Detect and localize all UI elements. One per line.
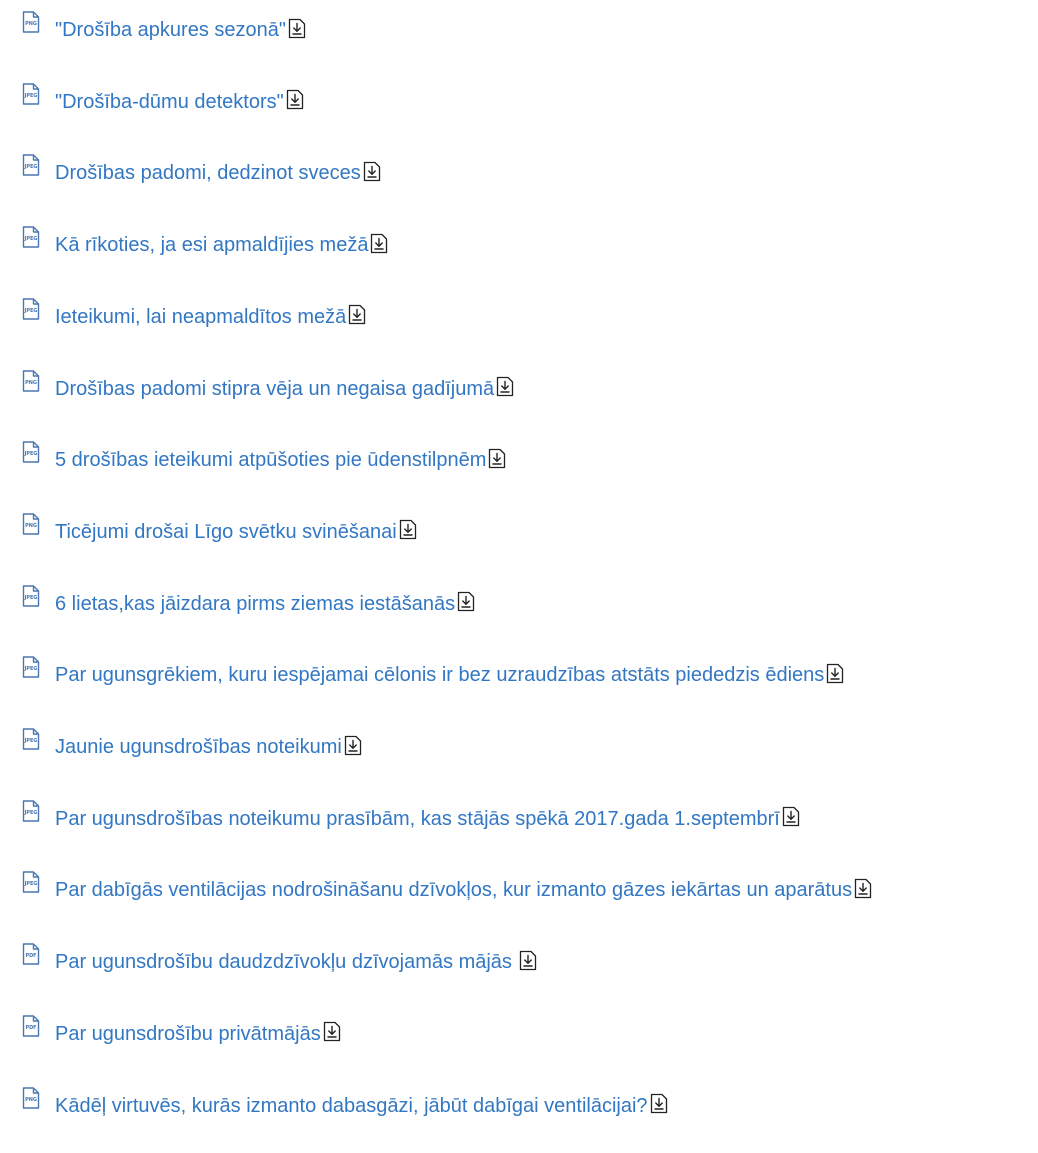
file-name: Ticējumi drošai Līgo svētku svinēšanai bbox=[55, 520, 397, 543]
file-download-link[interactable]: "Drošība apkures sezonā" bbox=[55, 18, 306, 42]
download-icon[interactable] bbox=[826, 663, 844, 684]
file-icon: PNG bbox=[22, 1086, 40, 1109]
file-icon: JPEG bbox=[22, 441, 40, 463]
list-item: JPEG Ieteikumi, lai neapmaldītos mežā bbox=[0, 298, 366, 338]
file-name: Jaunie ugunsdrošības noteikumi bbox=[55, 736, 342, 758]
file-type-label: PDF bbox=[25, 1024, 37, 1031]
file-name: Par ugunsdrošības noteikumu prasībām, ka… bbox=[55, 807, 780, 830]
download-icon[interactable] bbox=[399, 519, 417, 540]
file-icon: JPEG bbox=[22, 728, 40, 750]
file-icon: PDF bbox=[22, 1015, 40, 1037]
file-download-link[interactable]: Ieteikumi, lai neapmaldītos mežā bbox=[55, 305, 366, 329]
file-type-label: JPEG bbox=[24, 307, 38, 314]
file-name: 6 lietas,kas jāizdara pirms ziemas iestā… bbox=[55, 592, 456, 615]
file-icon: JPEG bbox=[22, 656, 40, 678]
file-type-label: PNG bbox=[25, 1096, 37, 1103]
file-download-link[interactable]: Kā rīkoties, ja esi apmaldījies mežā bbox=[55, 233, 388, 257]
file-type-label: PNG bbox=[25, 21, 37, 27]
file-icon: JPEG bbox=[22, 154, 40, 177]
file-type-label: JPEG bbox=[24, 92, 38, 99]
list-item: JPEG Jaunie ugunsdrošības noteikumi bbox=[0, 728, 362, 768]
file-type-label: JPEG bbox=[24, 594, 38, 601]
file-icon: JPEG bbox=[22, 82, 40, 105]
list-item: JPEG 5 drošības ieteikumi atpūšoties pie … bbox=[0, 441, 506, 481]
download-icon[interactable] bbox=[348, 304, 366, 325]
file-icon: PNG bbox=[22, 513, 40, 535]
file-download-link[interactable]: 6 lietas,kas jāizdara pirms ziemas iestā… bbox=[55, 591, 475, 616]
list-item: PNG Ticējumi drošai Līgo svētku svinēšana… bbox=[0, 513, 417, 553]
list-item: JPEG Kā rīkoties, ja esi apmaldījies mežā bbox=[0, 226, 388, 266]
file-download-link[interactable]: Drošības padomi, dedzinot sveces bbox=[55, 161, 381, 185]
list-item: PNG Drošības padomi stipra vēja un negais… bbox=[0, 369, 514, 410]
file-icon: JPEG bbox=[22, 298, 40, 320]
file-name: 5 drošības ieteikumi atpūšoties pie ūden… bbox=[55, 449, 487, 472]
file-type-label: JPEG bbox=[24, 236, 38, 243]
file-download-link[interactable]: 5 drošības ieteikumi atpūšoties pie ūden… bbox=[55, 448, 506, 472]
file-icon: PNG bbox=[22, 11, 40, 33]
file-name: Par ugunsdrošību daudzdzīvokļu dzīvojamā… bbox=[55, 951, 518, 974]
file-download-link[interactable]: Par ugunsgrēkiem, kuru iespējamai cēloni… bbox=[55, 663, 844, 687]
list-item: JPEG Drošības padomi, dedzinot sveces bbox=[0, 154, 381, 194]
download-icon[interactable] bbox=[344, 735, 362, 756]
file-type-label: JPEG bbox=[24, 881, 38, 888]
download-icon[interactable] bbox=[323, 1021, 341, 1042]
file-download-link[interactable]: Par ugunsdrošību privātmājās bbox=[55, 1022, 341, 1046]
download-icon[interactable] bbox=[650, 1093, 668, 1114]
file-type-label: JPEG bbox=[24, 451, 38, 458]
file-icon: JPEG bbox=[22, 226, 40, 248]
file-type-label: PNG bbox=[25, 379, 37, 386]
download-icon[interactable] bbox=[286, 89, 304, 110]
list-item: JPEG 6 lietas,kas jāizdara pirms ziemas i… bbox=[0, 584, 475, 625]
file-icon: PNG bbox=[22, 369, 40, 392]
download-icon[interactable] bbox=[519, 950, 537, 971]
list-item: JPEG Par ugunsgrēkiem, kuru iespējamai cē… bbox=[0, 656, 844, 696]
download-icon[interactable] bbox=[370, 233, 388, 254]
file-icon: PDF bbox=[22, 943, 40, 965]
file-download-link[interactable]: "Drošība-dūmu detektors" bbox=[55, 90, 304, 114]
file-download-link[interactable]: Par dabīgās ventilācijas nodrošināšanu d… bbox=[55, 878, 872, 902]
download-icon[interactable] bbox=[488, 448, 506, 469]
download-icon[interactable] bbox=[782, 806, 800, 827]
file-name: Par ugunsdrošību privātmājās bbox=[55, 1022, 321, 1045]
file-type-label: JPEG bbox=[24, 164, 38, 171]
list-item: PNG Kādēļ virtuvēs, kurās izmanto dabasgā… bbox=[0, 1086, 668, 1127]
download-icon[interactable] bbox=[457, 591, 475, 612]
download-icon[interactable] bbox=[363, 161, 381, 182]
file-name: Par ugunsgrēkiem, kuru iespējamai cēloni… bbox=[55, 664, 825, 687]
file-type-label: JPEG bbox=[24, 809, 38, 816]
file-icon: JPEG bbox=[22, 799, 40, 822]
file-download-link[interactable]: Ticējumi drošai Līgo svētku svinēšanai bbox=[55, 520, 417, 544]
file-name: Drošības padomi, dedzinot sveces bbox=[55, 162, 361, 185]
list-item: PNG "Drošība apkures sezonā" bbox=[0, 11, 306, 51]
file-name: "Drošība apkures sezonā" bbox=[55, 19, 286, 41]
list-item: JPEG Par dabīgās ventilācijas nodrošināša… bbox=[0, 871, 872, 911]
file-type-label: JPEG bbox=[24, 666, 38, 673]
download-icon[interactable] bbox=[854, 878, 872, 899]
file-download-link[interactable]: Jaunie ugunsdrošības noteikumi bbox=[55, 735, 362, 759]
file-download-link[interactable]: Par ugunsdrošības noteikumu prasībām, ka… bbox=[55, 807, 800, 831]
file-name: Ieteikumi, lai neapmaldītos mežā bbox=[55, 305, 347, 328]
file-name: "Drošība-dūmu detektors" bbox=[55, 90, 284, 113]
file-type-label: PDF bbox=[25, 953, 37, 960]
list-item: JPEG Par ugunsdrošības noteikumu prasībām… bbox=[0, 799, 800, 840]
file-download-link[interactable]: Par ugunsdrošību daudzdzīvokļu dzīvojamā… bbox=[55, 950, 537, 974]
download-icon[interactable] bbox=[496, 376, 514, 397]
file-download-link[interactable]: Kādēļ virtuvēs, kurās izmanto dabasgāzi,… bbox=[55, 1093, 668, 1118]
list-item: PDF Par ugunsdrošību privātmājās bbox=[0, 1015, 341, 1055]
list-item: JPEG "Drošība-dūmu detektors" bbox=[0, 82, 304, 123]
file-name: Par dabīgās ventilācijas nodrošināšanu d… bbox=[55, 879, 853, 902]
file-name: Kā rīkoties, ja esi apmaldījies mežā bbox=[55, 234, 369, 257]
file-download-link[interactable]: Drošības padomi stipra vēja un negaisa g… bbox=[55, 376, 514, 401]
file-icon: JPEG bbox=[22, 871, 40, 894]
list-item: PDF Par ugunsdrošību daudzdzīvokļu dzīvoj… bbox=[0, 943, 537, 983]
file-name: Kādēļ virtuvēs, kurās izmanto dabasgāzi,… bbox=[55, 1094, 648, 1117]
file-type-label: JPEG bbox=[24, 738, 38, 744]
file-name: Drošības padomi stipra vēja un negaisa g… bbox=[55, 377, 495, 400]
file-icon: JPEG bbox=[22, 584, 40, 607]
download-icon[interactable] bbox=[288, 18, 306, 39]
file-type-label: PNG bbox=[25, 522, 37, 529]
